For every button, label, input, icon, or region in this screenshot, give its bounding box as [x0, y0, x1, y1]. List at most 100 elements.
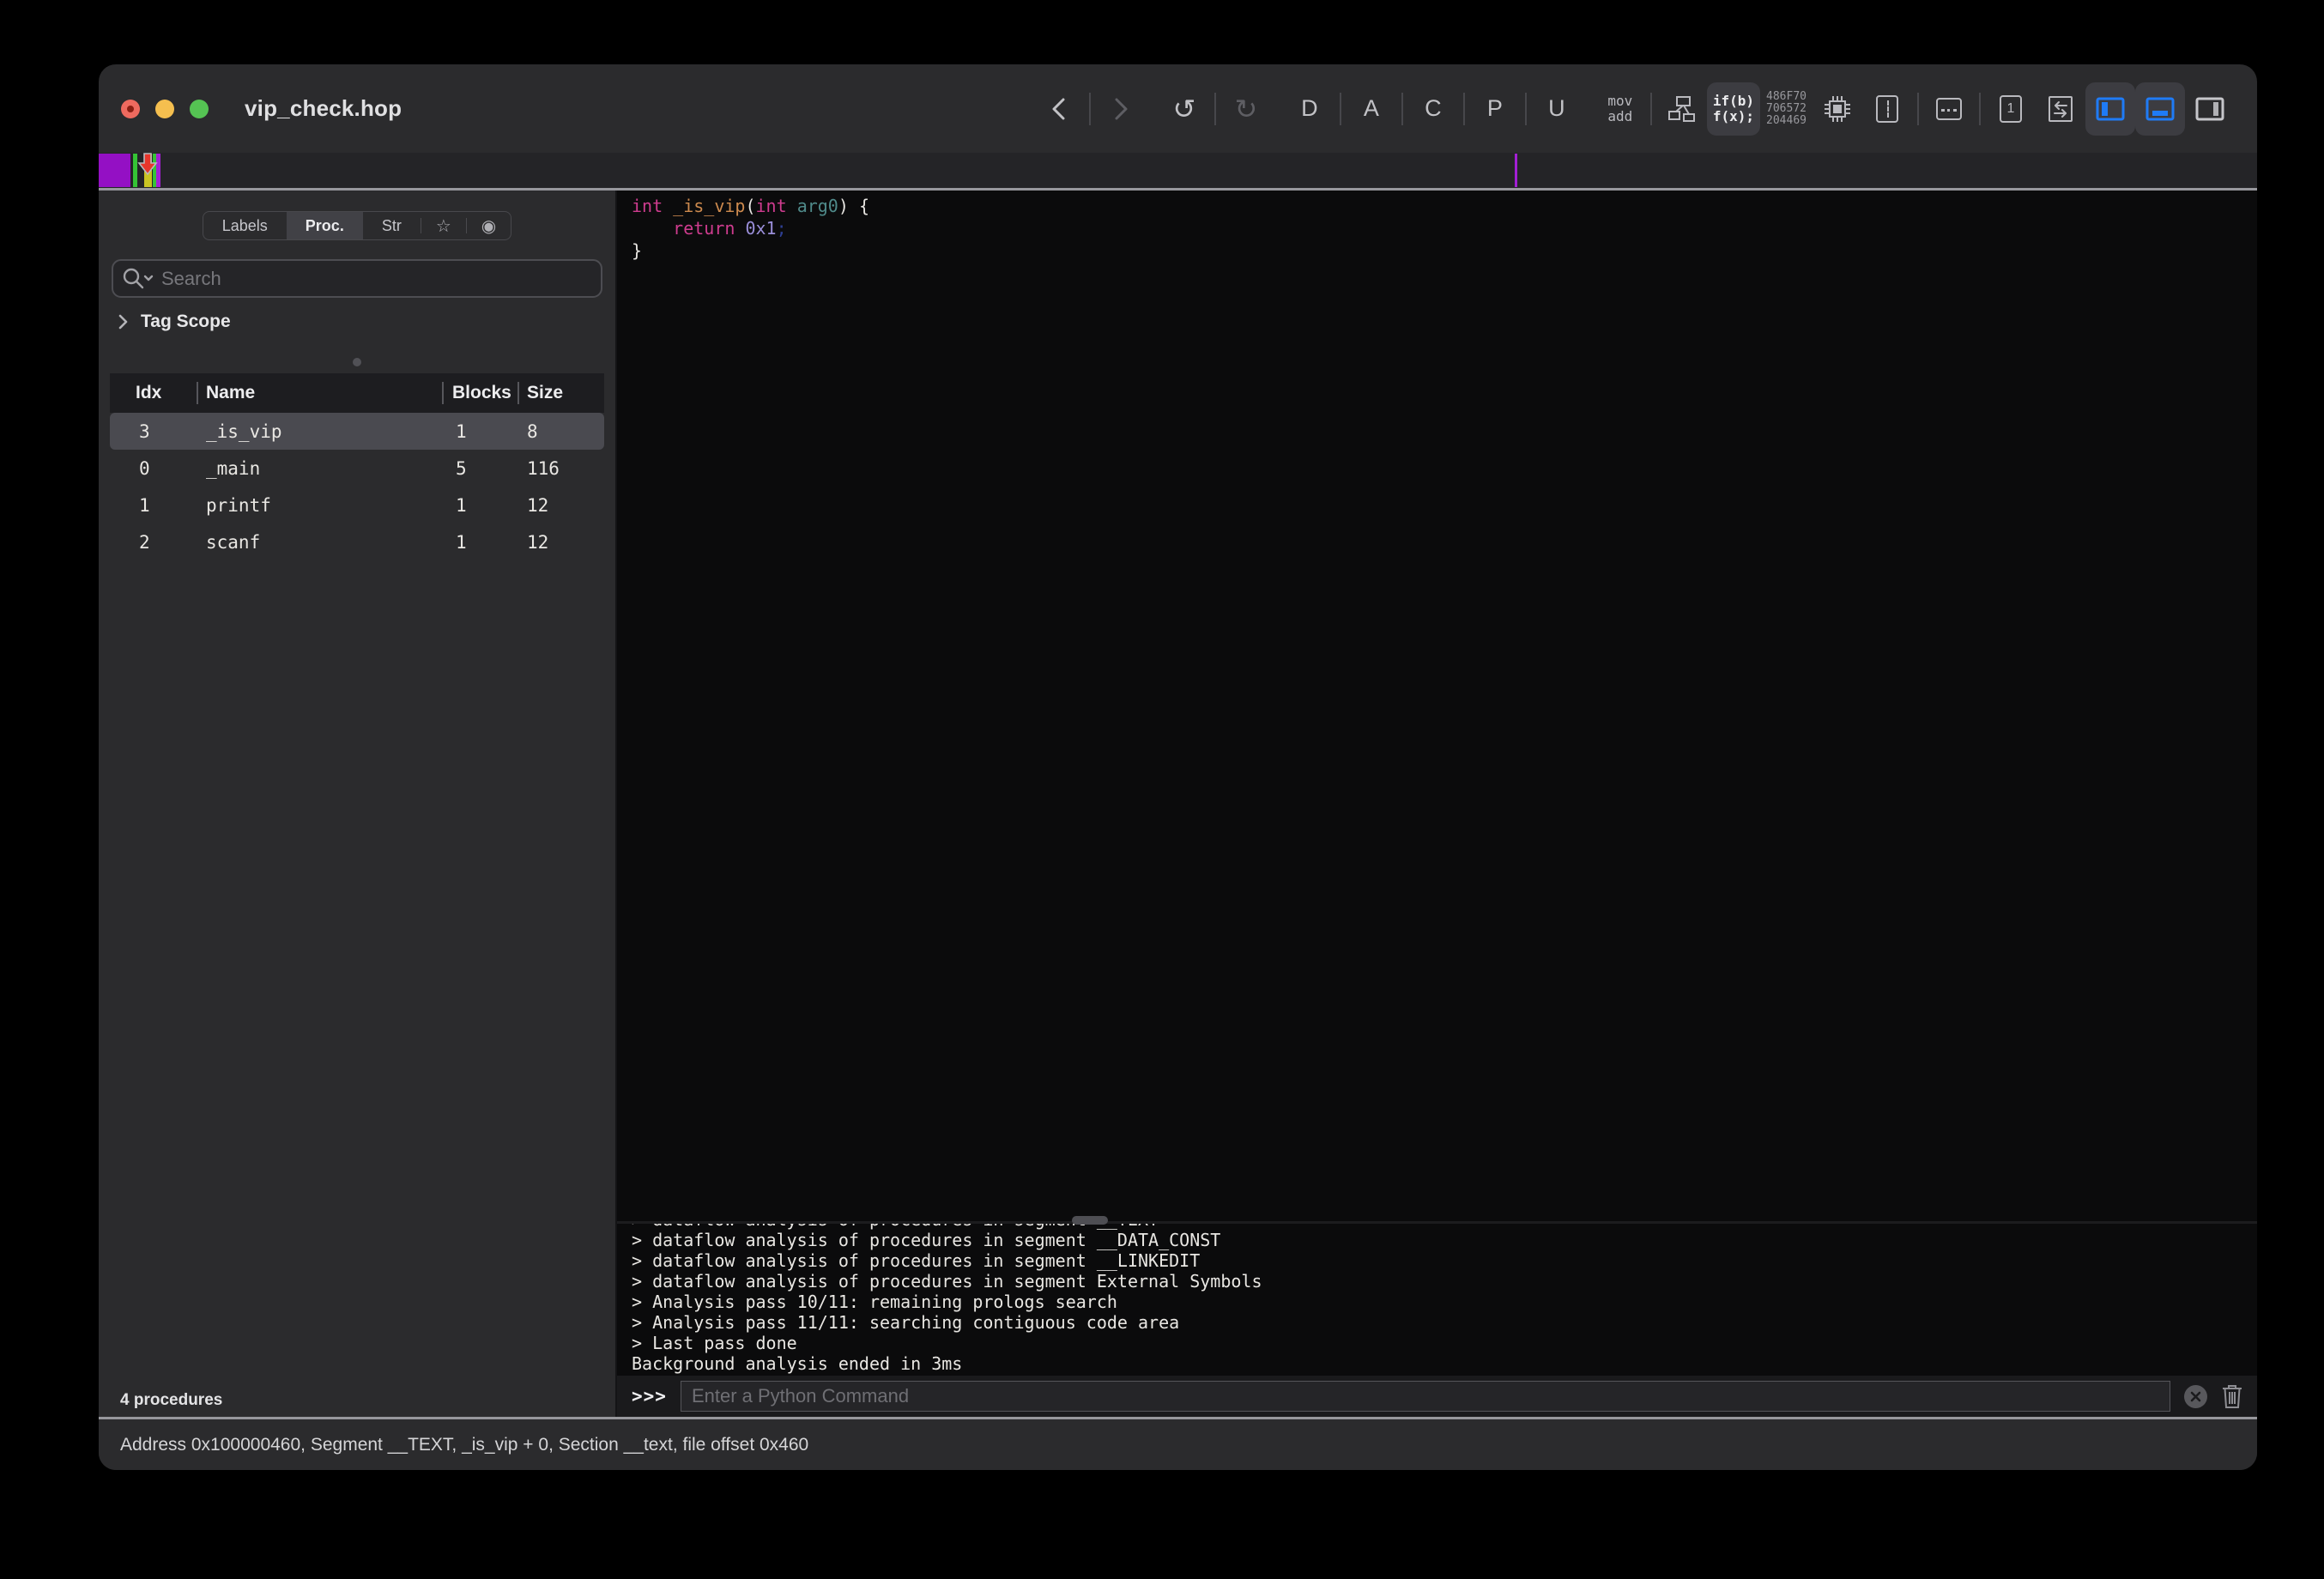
tab-tags[interactable]: ◉	[467, 212, 511, 239]
hex-view-button[interactable]: 486F70706572204469	[1760, 78, 1813, 140]
toolbar-separator	[1340, 93, 1341, 125]
mark-ascii-button[interactable]: A	[1347, 78, 1396, 140]
dotted-row-icon	[1936, 98, 1962, 120]
flowchart-icon	[1667, 94, 1697, 124]
swap-panes-button[interactable]	[2036, 78, 2085, 140]
code-line: return 0x1;	[632, 217, 2257, 239]
undo-button[interactable]: ↺	[1159, 78, 1209, 140]
console-line: > dataflow analysis of procedures in seg…	[632, 1250, 2257, 1271]
chevron-right-icon	[118, 313, 129, 330]
bottom-panel-icon	[2145, 96, 2175, 122]
current-location-arrow-icon	[136, 153, 159, 177]
mark-procedure-button[interactable]: P	[1470, 78, 1520, 140]
toolbar: ↺ ↻ D A C P U movadd	[1034, 78, 2235, 140]
tab-strings[interactable]: Str	[363, 212, 421, 239]
toggle-left-panel-button[interactable]	[2085, 82, 2135, 136]
procedure-count-label: 4 procedures	[99, 1384, 615, 1417]
window-title: vip_check.hop	[245, 95, 402, 122]
python-command-field[interactable]	[681, 1381, 2170, 1412]
code-line: int _is_vip(int arg0) {	[632, 195, 2257, 217]
title-bar: vip_check.hop ↺ ↻ D A C P U	[99, 64, 2257, 153]
toolbar-separator	[1525, 93, 1527, 125]
search-icon	[122, 267, 154, 291]
swap-arrows-icon	[2048, 95, 2073, 123]
toolbar-separator	[1401, 93, 1403, 125]
segment-block-purple	[99, 154, 130, 187]
caret-position-marker	[1515, 154, 1517, 187]
procedure-row[interactable]: 2 scanf 1 12	[110, 523, 604, 560]
left-panel-icon	[2096, 96, 2125, 122]
tab-procedures[interactable]: Proc.	[287, 212, 363, 239]
splitter-handle[interactable]	[1072, 1216, 1108, 1225]
search-field[interactable]	[112, 259, 602, 298]
cpu-icon	[1822, 94, 1853, 124]
clear-console-button[interactable]	[2184, 1385, 2207, 1408]
pseudocode-view[interactable]: int _is_vip(int arg0) { return 0x1; }	[617, 191, 2257, 1221]
app-window: vip_check.hop ↺ ↻ D A C P U	[99, 64, 2257, 1470]
tab-labels[interactable]: Labels	[203, 212, 287, 239]
column-split-icon	[1876, 95, 1898, 123]
toolbar-separator	[1650, 93, 1652, 125]
right-panel-icon	[2195, 96, 2224, 122]
status-bar: Address 0x100000460, Segment __TEXT, _is…	[99, 1417, 2257, 1470]
console-line-clipped: > dataflow analysis of procedures in seg…	[632, 1224, 2257, 1230]
toolbar-separator	[1089, 93, 1091, 125]
search-input[interactable]	[161, 268, 592, 290]
cpu-button[interactable]	[1813, 78, 1862, 140]
toolbar-separator	[1214, 93, 1216, 125]
python-command-input[interactable]	[692, 1385, 2159, 1407]
analysis-console[interactable]: > dataflow analysis of procedures in seg…	[617, 1224, 2257, 1376]
toolbar-separator	[1463, 93, 1465, 125]
console-line: Background analysis ended in 3ms	[632, 1353, 2257, 1374]
column-header-name[interactable]: Name	[198, 383, 442, 403]
box-one-icon: 1	[2000, 95, 2022, 123]
sidebar-tabs: Labels Proc. Str ☆ ◉	[203, 211, 511, 240]
zoom-button[interactable]	[190, 100, 209, 118]
toolbar-separator	[1917, 93, 1919, 125]
code-line: }	[632, 239, 2257, 262]
delete-log-button[interactable]	[2221, 1383, 2243, 1409]
pseudocode-view-button[interactable]: if(b)f(x);	[1707, 82, 1760, 136]
assembly-view-button[interactable]: movadd	[1595, 78, 1645, 140]
splitter-handle[interactable]	[353, 358, 361, 366]
console-line: > Analysis pass 10/11: remaining prologs…	[632, 1292, 2257, 1312]
table-header[interactable]: Idx Name Blocks Size	[110, 373, 604, 413]
column-header-blocks[interactable]: Blocks	[444, 383, 517, 403]
procedure-row[interactable]: 1 printf 1 12	[110, 487, 604, 523]
tag-scope-label: Tag Scope	[141, 312, 231, 332]
mark-undefined-button[interactable]: U	[1532, 78, 1582, 140]
tag-circle-icon: ◉	[481, 215, 496, 237]
back-button[interactable]	[1034, 78, 1084, 140]
procedure-row[interactable]: 0 _main 5 116	[110, 450, 604, 487]
collapse-rows-button[interactable]	[1924, 78, 1974, 140]
console-line: > Last pass done	[632, 1333, 2257, 1353]
forward-button[interactable]	[1096, 78, 1146, 140]
segment-navigation-strip[interactable]	[99, 153, 2257, 191]
column-header-size[interactable]: Size	[519, 383, 604, 403]
minimize-button[interactable]	[155, 100, 174, 118]
tag-scope-disclosure[interactable]: Tag Scope	[118, 308, 615, 336]
python-command-bar: >>>	[617, 1376, 2257, 1417]
toggle-right-panel-button[interactable]	[2185, 78, 2235, 140]
column-header-idx[interactable]: Idx	[110, 383, 197, 403]
address-status-text: Address 0x100000460, Segment __TEXT, _is…	[120, 1435, 808, 1455]
mark-data-button[interactable]: D	[1285, 78, 1334, 140]
split-column-button[interactable]	[1862, 78, 1912, 140]
mark-code-button[interactable]: C	[1408, 78, 1458, 140]
console-line: > dataflow analysis of procedures in seg…	[632, 1271, 2257, 1292]
traffic-lights	[121, 100, 209, 118]
main-pane: int _is_vip(int arg0) { return 0x1; } > …	[617, 191, 2257, 1417]
redo-button[interactable]: ↻	[1221, 78, 1271, 140]
close-icon	[2190, 1391, 2201, 1402]
close-button[interactable]	[121, 100, 140, 118]
star-icon: ☆	[436, 215, 451, 237]
procedure-row[interactable]: 3 _is_vip 1 8	[110, 413, 604, 450]
console-splitter[interactable]	[617, 1221, 2257, 1224]
console-line: > dataflow analysis of procedures in seg…	[632, 1230, 2257, 1250]
trash-icon	[2221, 1383, 2243, 1409]
console-line: > Analysis pass 11/11: searching contigu…	[632, 1312, 2257, 1333]
control-flow-graph-button[interactable]	[1657, 78, 1707, 140]
toggle-bottom-panel-button[interactable]	[2135, 82, 2185, 136]
single-view-button[interactable]: 1	[1986, 78, 2036, 140]
tab-favorites[interactable]: ☆	[421, 212, 466, 239]
